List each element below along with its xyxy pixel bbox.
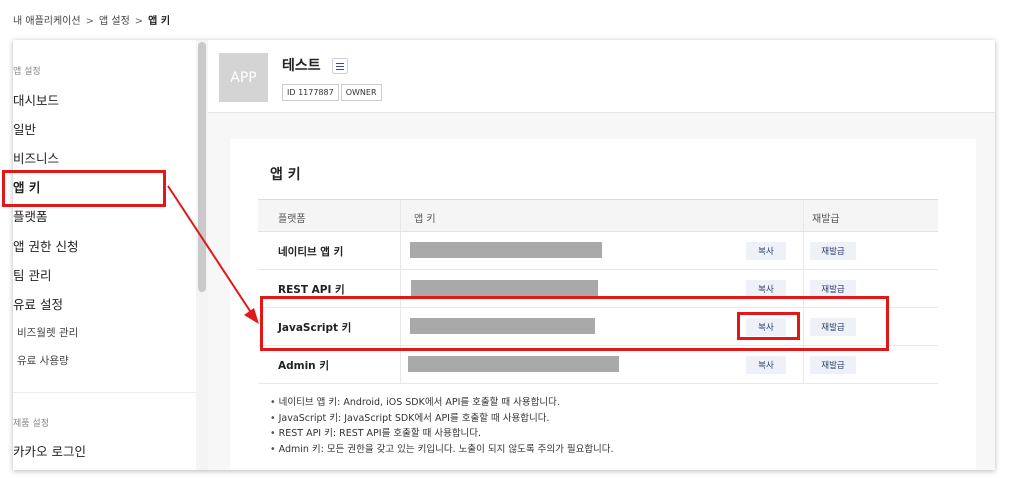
copy-button[interactable]: 복사 — [746, 242, 786, 260]
platform-label: Admin 키 — [278, 360, 329, 372]
app-key-notes: 네이티브 앱 키: Android, iOS SDK에서 API를 호출할 때 … — [270, 395, 614, 457]
sidebar-item-business[interactable]: 비즈니스 — [13, 148, 59, 167]
app-key-value-masked — [408, 356, 619, 372]
column-header-platform: 플랫폼 — [278, 214, 306, 225]
breadcrumb-item-current: 앱 키 — [148, 16, 171, 27]
column-header-app-key: 앱 키 — [414, 214, 436, 225]
platform-label: JavaScript 키 — [278, 322, 352, 334]
sidebar-item-permission-request[interactable]: 앱 권한 신청 — [13, 236, 78, 255]
breadcrumb-item-app-settings[interactable]: 앱 설정 — [99, 16, 130, 27]
sidebar-item-app-key[interactable]: 앱 키 — [13, 177, 40, 196]
copy-button[interactable]: 복사 — [746, 356, 786, 374]
sidebar-item-team[interactable]: 팀 관리 — [13, 265, 51, 284]
column-divider — [803, 270, 804, 307]
sidebar-item-kakao-login[interactable]: 카카오 로그인 — [13, 441, 86, 460]
section-title: 앱 키 — [270, 167, 301, 183]
sidebar-item-general[interactable]: 일반 — [13, 119, 36, 138]
copy-button[interactable]: 복사 — [746, 318, 786, 336]
app-key-value-masked — [410, 318, 595, 334]
table-header: 플랫폼 앱 키 재발급 — [258, 200, 938, 232]
column-divider — [803, 346, 804, 383]
app-key-value-masked — [410, 242, 602, 258]
platform-label: REST API 키 — [278, 284, 345, 296]
sidebar-item-dashboard[interactable]: 대시보드 — [13, 90, 59, 109]
app-key-table: 플랫폼 앱 키 재발급 네이티브 앱 키 복사 재발급 REST API 키 복… — [258, 199, 938, 384]
reissue-button[interactable]: 재발급 — [810, 318, 856, 336]
platform-label: 네이티브 앱 키 — [278, 246, 344, 258]
note-item: Admin 키: 모든 권한을 갖고 있는 키입니다. 노출이 되지 않도록 주… — [270, 442, 614, 458]
app-icon: APP — [219, 53, 268, 102]
app-role-badge: OWNER — [340, 84, 382, 101]
breadcrumb-separator: > — [134, 16, 144, 27]
sidebar-scrollbar-thumb[interactable] — [198, 42, 206, 292]
app-badges: ID 1177887 OWNER — [282, 84, 384, 101]
table-row-admin: Admin 키 복사 재발급 — [258, 346, 938, 384]
note-item: REST API 키: REST API를 호출할 때 사용합니다. — [270, 426, 614, 442]
app-header: APP 테스트 ID 1177887 OWNER — [208, 40, 995, 113]
sidebar-divider — [13, 392, 196, 393]
reissue-button[interactable]: 재발급 — [810, 242, 856, 260]
sidebar-item-platform[interactable]: 플랫폼 — [13, 206, 48, 225]
column-divider — [803, 232, 804, 269]
column-divider — [803, 200, 804, 231]
sidebar-section-app-settings: 앱 설정 — [13, 67, 41, 77]
sidebar-item-paid-settings[interactable]: 유료 설정 — [13, 294, 63, 313]
table-row-rest-api: REST API 키 복사 재발급 — [258, 270, 938, 308]
sidebar: 앱 설정 대시보드 일반 비즈니스 앱 키 플랫폼 앱 권한 신청 팀 관리 유… — [13, 40, 196, 470]
reissue-button[interactable]: 재발급 — [810, 280, 856, 298]
sidebar-subitem-bizwallet[interactable]: 비즈월렛 관리 — [17, 325, 78, 340]
app-window: 앱 설정 대시보드 일반 비즈니스 앱 키 플랫폼 앱 권한 신청 팀 관리 유… — [13, 40, 995, 470]
column-divider — [803, 308, 804, 345]
reissue-button[interactable]: 재발급 — [810, 356, 856, 374]
column-divider — [400, 232, 401, 269]
column-header-reissue: 재발급 — [812, 214, 840, 225]
breadcrumb-item-my-apps[interactable]: 내 애플리케이션 — [13, 16, 81, 27]
column-divider — [400, 346, 401, 383]
breadcrumb: 내 애플리케이션 > 앱 설정 > 앱 키 — [13, 12, 170, 27]
app-name: 테스트 — [282, 58, 321, 74]
note-item: 네이티브 앱 키: Android, iOS SDK에서 API를 호출할 때 … — [270, 395, 614, 411]
table-row-native: 네이티브 앱 키 복사 재발급 — [258, 232, 938, 270]
sidebar-section-product-settings: 제품 설정 — [13, 419, 49, 429]
column-divider — [400, 200, 401, 231]
table-row-javascript: JavaScript 키 복사 재발급 — [258, 308, 938, 346]
sidebar-subitem-usage[interactable]: 유료 사용량 — [17, 353, 69, 368]
note-item: JavaScript 키: JavaScript SDK에서 API를 호출할 … — [270, 411, 614, 427]
list-icon[interactable] — [332, 58, 348, 74]
app-key-value-masked — [411, 280, 598, 296]
column-divider — [400, 270, 401, 307]
app-key-card: 앱 키 플랫폼 앱 키 재발급 네이티브 앱 키 복사 재발급 REST API… — [230, 139, 976, 470]
copy-button[interactable]: 복사 — [746, 280, 786, 298]
app-id-badge: ID 1177887 — [282, 84, 339, 101]
main-content: APP 테스트 ID 1177887 OWNER 앱 키 플랫폼 앱 키 재발급… — [208, 40, 995, 470]
breadcrumb-separator: > — [85, 16, 94, 27]
column-divider — [400, 308, 401, 345]
